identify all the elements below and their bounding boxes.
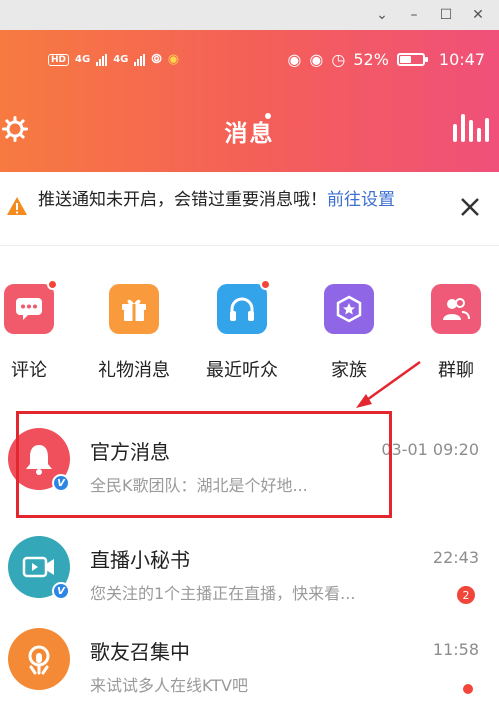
signal-icon <box>134 53 146 66</box>
alarm-icon: ◷ <box>331 50 346 69</box>
network-label-1: 4G <box>75 54 91 65</box>
headphones-icon <box>217 279 271 334</box>
chevron-down-icon[interactable]: ⌄ <box>373 6 391 24</box>
maximize-icon[interactable]: ☐ <box>437 6 455 24</box>
go-settings-link[interactable]: 前往设置 <box>327 190 395 210</box>
verified-badge: V <box>52 582 70 600</box>
close-window-icon[interactable]: ✕ <box>469 6 487 24</box>
minimize-icon[interactable]: – <box>405 6 423 24</box>
app-header: HD 4G 4G ⦾ ◉ ◉ ◉ ◷ 52% 10:47 消息 <box>0 30 499 172</box>
music-bars-icon[interactable] <box>453 114 489 142</box>
network-label-2: 4G <box>113 54 129 65</box>
battery-level <box>399 56 412 63</box>
eye-icon: ◉ <box>309 50 324 69</box>
app-notify-icon: ◉ <box>167 52 180 67</box>
quick-entry-group-chat[interactable]: 群聊 <box>411 284 499 382</box>
headset-icon: ◉ <box>287 50 302 69</box>
warning-icon <box>7 197 27 215</box>
unread-dot <box>260 279 271 290</box>
quick-entry-family[interactable]: 家族 <box>304 284 394 382</box>
quick-entry-label: 家族 <box>331 360 367 381</box>
quick-entry-label: 群聊 <box>438 360 474 381</box>
message-time: 11:58 <box>432 640 479 659</box>
quick-entry-listeners[interactable]: 最近听众 <box>197 279 287 382</box>
message-preview: 来试试多人在线KTV吧 <box>90 676 248 695</box>
battery-percent: 52% <box>353 50 389 69</box>
annotation-highlight-box <box>16 411 392 518</box>
clock: 10:47 <box>438 50 485 69</box>
title-unread-dot <box>265 113 271 119</box>
family-shield-icon <box>324 284 374 334</box>
quick-entry-label: 礼物消息 <box>98 360 170 381</box>
group-chat-icon <box>431 284 481 334</box>
message-item-live-assistant[interactable]: V 直播小秘书 22:43 您关注的1个主播正在直播，快来看... 2 <box>0 528 499 618</box>
microphone-group-icon <box>28 645 50 675</box>
message-sender: 直播小秘书 <box>90 548 190 572</box>
unread-dot <box>47 279 58 290</box>
quick-entry-gifts[interactable]: 礼物消息 <box>89 284 179 382</box>
status-bar: HD 4G 4G ⦾ ◉ ◉ ◉ ◷ 52% 10:47 <box>0 48 499 76</box>
message-sender: 歌友召集中 <box>90 640 190 664</box>
unread-dot <box>463 684 473 694</box>
hotspot-icon: ⦾ <box>151 52 162 67</box>
notice-message: 推送通知未开启，会错过重要消息哦！ <box>38 190 327 210</box>
battery-icon <box>396 53 428 66</box>
unread-count-badge: 2 <box>457 586 475 604</box>
signal-icon <box>96 53 108 66</box>
quick-entry-label: 最近听众 <box>206 360 278 381</box>
message-item-singer-recruit[interactable]: 歌友召集中 11:58 来试试多人在线KTV吧 <box>0 620 499 710</box>
message-time: 22:43 <box>432 548 479 567</box>
avatar <box>8 628 70 690</box>
push-notice-banner: 推送通知未开启，会错过重要消息哦！前往设置 <box>0 172 499 246</box>
hd-badge: HD <box>48 53 70 66</box>
message-preview: 您关注的1个主播正在直播，快来看... <box>90 584 356 603</box>
gift-icon <box>109 284 159 334</box>
video-camera-icon <box>22 556 54 578</box>
comment-icon <box>4 279 58 334</box>
window-titlebar: ⌄ – ☐ ✕ <box>0 0 499 30</box>
page-title: 消息 <box>224 121 275 147</box>
notice-text: 推送通知未开启，会错过重要消息哦！前往设置 <box>38 188 438 212</box>
quick-entry-label: 评论 <box>11 360 47 381</box>
quick-entry-comments[interactable]: 评论 <box>0 279 74 382</box>
quick-entry-row: 评论 礼物消息 最近听众 家族 群聊 <box>0 264 499 394</box>
close-icon[interactable] <box>459 196 481 218</box>
message-time: 03-01 09:20 <box>381 440 479 459</box>
